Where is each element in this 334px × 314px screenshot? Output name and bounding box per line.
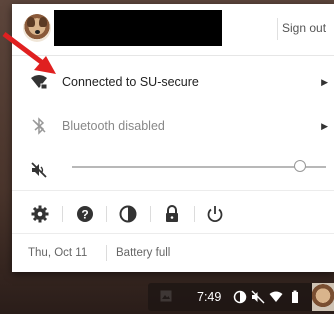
svg-text:?: ?: [81, 208, 88, 222]
redacted-user-info: [54, 10, 222, 46]
divider: [62, 206, 63, 222]
divider: [12, 233, 334, 234]
chevron-right-icon: ▶: [321, 77, 328, 87]
network-label: Connected to SU-secure: [62, 75, 199, 89]
annotation-arrow-icon: [2, 32, 56, 74]
chevron-right-icon: ▶: [321, 121, 328, 131]
bluetooth-label: Bluetooth disabled: [62, 119, 165, 133]
divider: [150, 206, 151, 222]
user-avatar: [312, 283, 334, 311]
divider: [12, 190, 334, 191]
night-light-icon: [233, 290, 247, 304]
divider: [106, 245, 107, 261]
divider: [106, 206, 107, 222]
night-light-icon[interactable]: [118, 204, 138, 224]
power-icon[interactable]: [205, 204, 225, 224]
volume-slider-knob[interactable]: [294, 160, 306, 172]
settings-gear-icon[interactable]: [30, 204, 50, 224]
volume-row: [12, 148, 334, 192]
battery-icon: [292, 290, 298, 303]
bluetooth-row[interactable]: Bluetooth disabled ▶: [12, 104, 334, 148]
volume-muted-icon: [251, 290, 265, 304]
divider: [194, 206, 195, 222]
help-icon[interactable]: ?: [75, 204, 95, 224]
volume-muted-icon[interactable]: [30, 161, 48, 179]
sign-out-button[interactable]: Sign out: [282, 21, 326, 35]
bluetooth-disabled-icon: [32, 117, 46, 135]
date-label[interactable]: Thu, Oct 11: [28, 247, 87, 259]
clock: 7:49: [197, 290, 222, 304]
lock-icon[interactable]: [162, 204, 182, 224]
header-divider: [277, 18, 278, 40]
volume-slider-track[interactable]: [72, 166, 326, 168]
status-area[interactable]: 7:49: [148, 283, 334, 311]
battery-status: Battery full: [116, 247, 171, 259]
wifi-icon: [269, 291, 283, 302]
